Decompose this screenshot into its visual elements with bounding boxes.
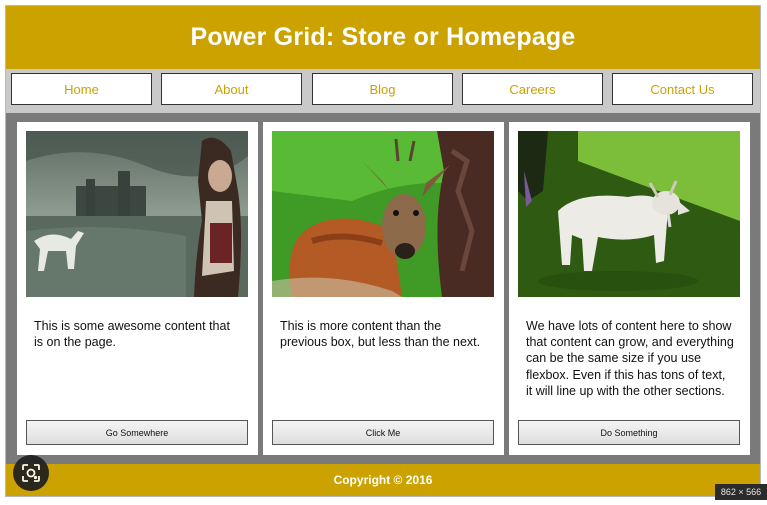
content-card-3: We have lots of content here to show tha… bbox=[509, 122, 750, 455]
card-3-image bbox=[518, 131, 740, 297]
nav-item-about[interactable]: About bbox=[161, 73, 302, 105]
content-card-2: This is more content than the previous b… bbox=[263, 122, 504, 455]
site-header: Power Grid: Store or Homepage bbox=[6, 6, 760, 69]
goat-image bbox=[518, 131, 740, 297]
deer-image bbox=[272, 131, 494, 297]
site-title: Power Grid: Store or Homepage bbox=[190, 23, 576, 51]
copyright-text: Copyright © 2016 bbox=[333, 473, 433, 487]
card-1-image bbox=[26, 131, 248, 297]
nav-item-careers[interactable]: Careers bbox=[462, 73, 603, 105]
card-3-text: We have lots of content here to show tha… bbox=[526, 319, 734, 398]
card-2-image bbox=[272, 131, 494, 297]
card-2-text: This is more content than the previous b… bbox=[280, 319, 481, 350]
castle-unicorn-image bbox=[26, 131, 248, 297]
do-something-button[interactable]: Do Something bbox=[518, 420, 740, 445]
image-search-icon bbox=[22, 464, 40, 482]
nav-item-contact-us[interactable]: Contact Us bbox=[612, 73, 753, 105]
nav-item-blog[interactable]: Blog bbox=[312, 73, 453, 105]
go-somewhere-button[interactable]: Go Somewhere bbox=[26, 420, 248, 445]
page-frame: Power Grid: Store or Homepage Home About… bbox=[5, 5, 761, 497]
click-me-button[interactable]: Click Me bbox=[272, 420, 494, 445]
nav-bar: Home About Blog Careers Contact Us bbox=[6, 69, 760, 113]
image-search-button[interactable] bbox=[13, 455, 49, 491]
card-1-text: This is some awesome content that is on … bbox=[34, 319, 230, 350]
site-footer: Copyright © 2016 bbox=[6, 464, 760, 496]
dimensions-badge: 862 × 566 bbox=[715, 484, 767, 500]
content-card-1: This is some awesome content that is on … bbox=[17, 122, 258, 455]
nav-item-home[interactable]: Home bbox=[11, 73, 152, 105]
